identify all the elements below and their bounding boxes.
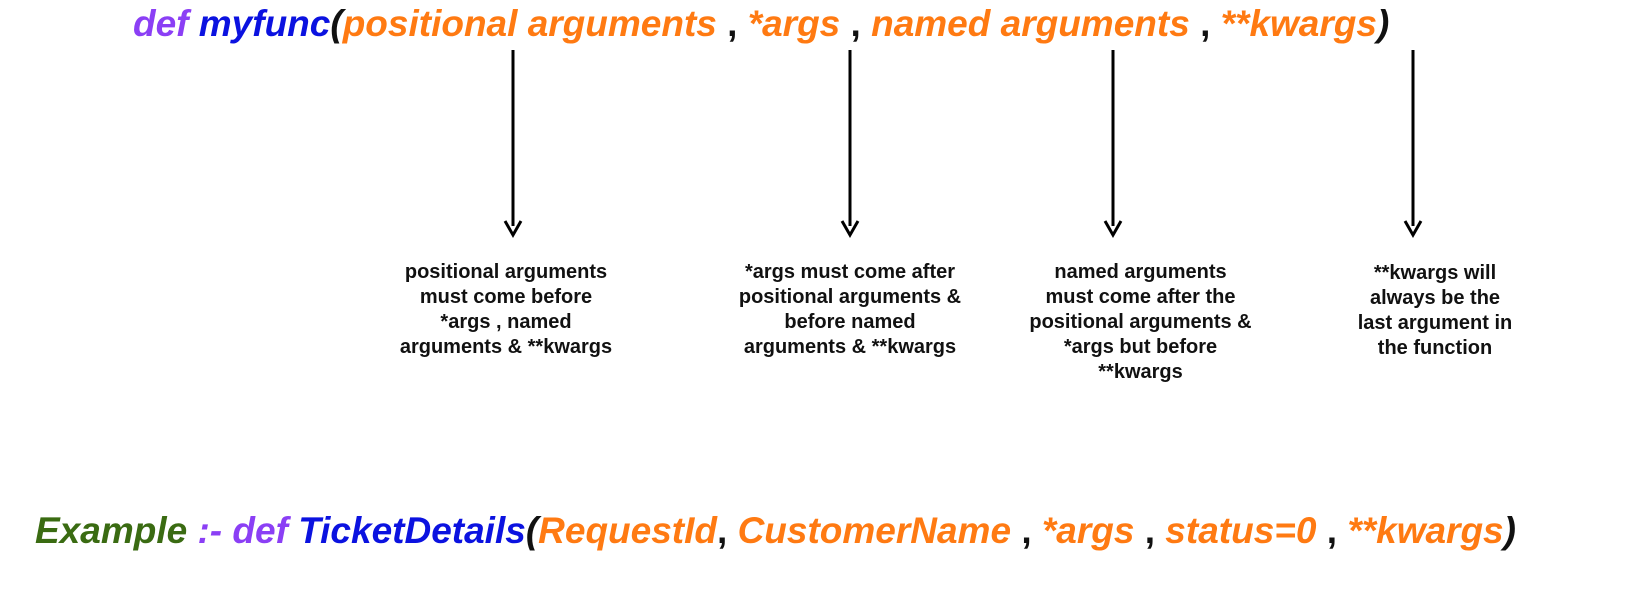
note-named: named arguments must come after the posi… — [1029, 261, 1252, 383]
example-function-name: TicketDetails — [298, 510, 526, 551]
customer-name-arg: CustomerName — [737, 510, 1012, 551]
example-separator: :- — [197, 510, 223, 551]
comma-separator: , — [1021, 510, 1032, 551]
arrow-named — [1103, 50, 1123, 239]
kwargs-arg: **kwargs — [1347, 510, 1504, 551]
args-arg: *args — [1041, 510, 1135, 551]
open-paren: ( — [525, 510, 539, 551]
example-label: Example — [35, 510, 188, 551]
example-signature: Example :- def TicketDetails(RequestId, … — [35, 509, 1516, 553]
arrow-args — [840, 50, 860, 239]
note-positional: positional arguments must come before *a… — [399, 261, 613, 358]
comma-separator: , — [717, 510, 728, 551]
comma-separator: , — [1326, 510, 1338, 551]
close-paren: ) — [1503, 510, 1516, 551]
def-keyword: def — [232, 510, 288, 551]
note-kwargs: **kwargs will always be the last argumen… — [1357, 262, 1513, 359]
arrow-positional — [503, 50, 523, 239]
request-id-arg: RequestId — [538, 510, 717, 551]
status-arg: status=0 — [1165, 510, 1317, 551]
note-args: *args must come after positional argumen… — [738, 261, 962, 358]
arrow-kwargs — [1403, 50, 1423, 239]
comma-separator: , — [1144, 510, 1156, 551]
